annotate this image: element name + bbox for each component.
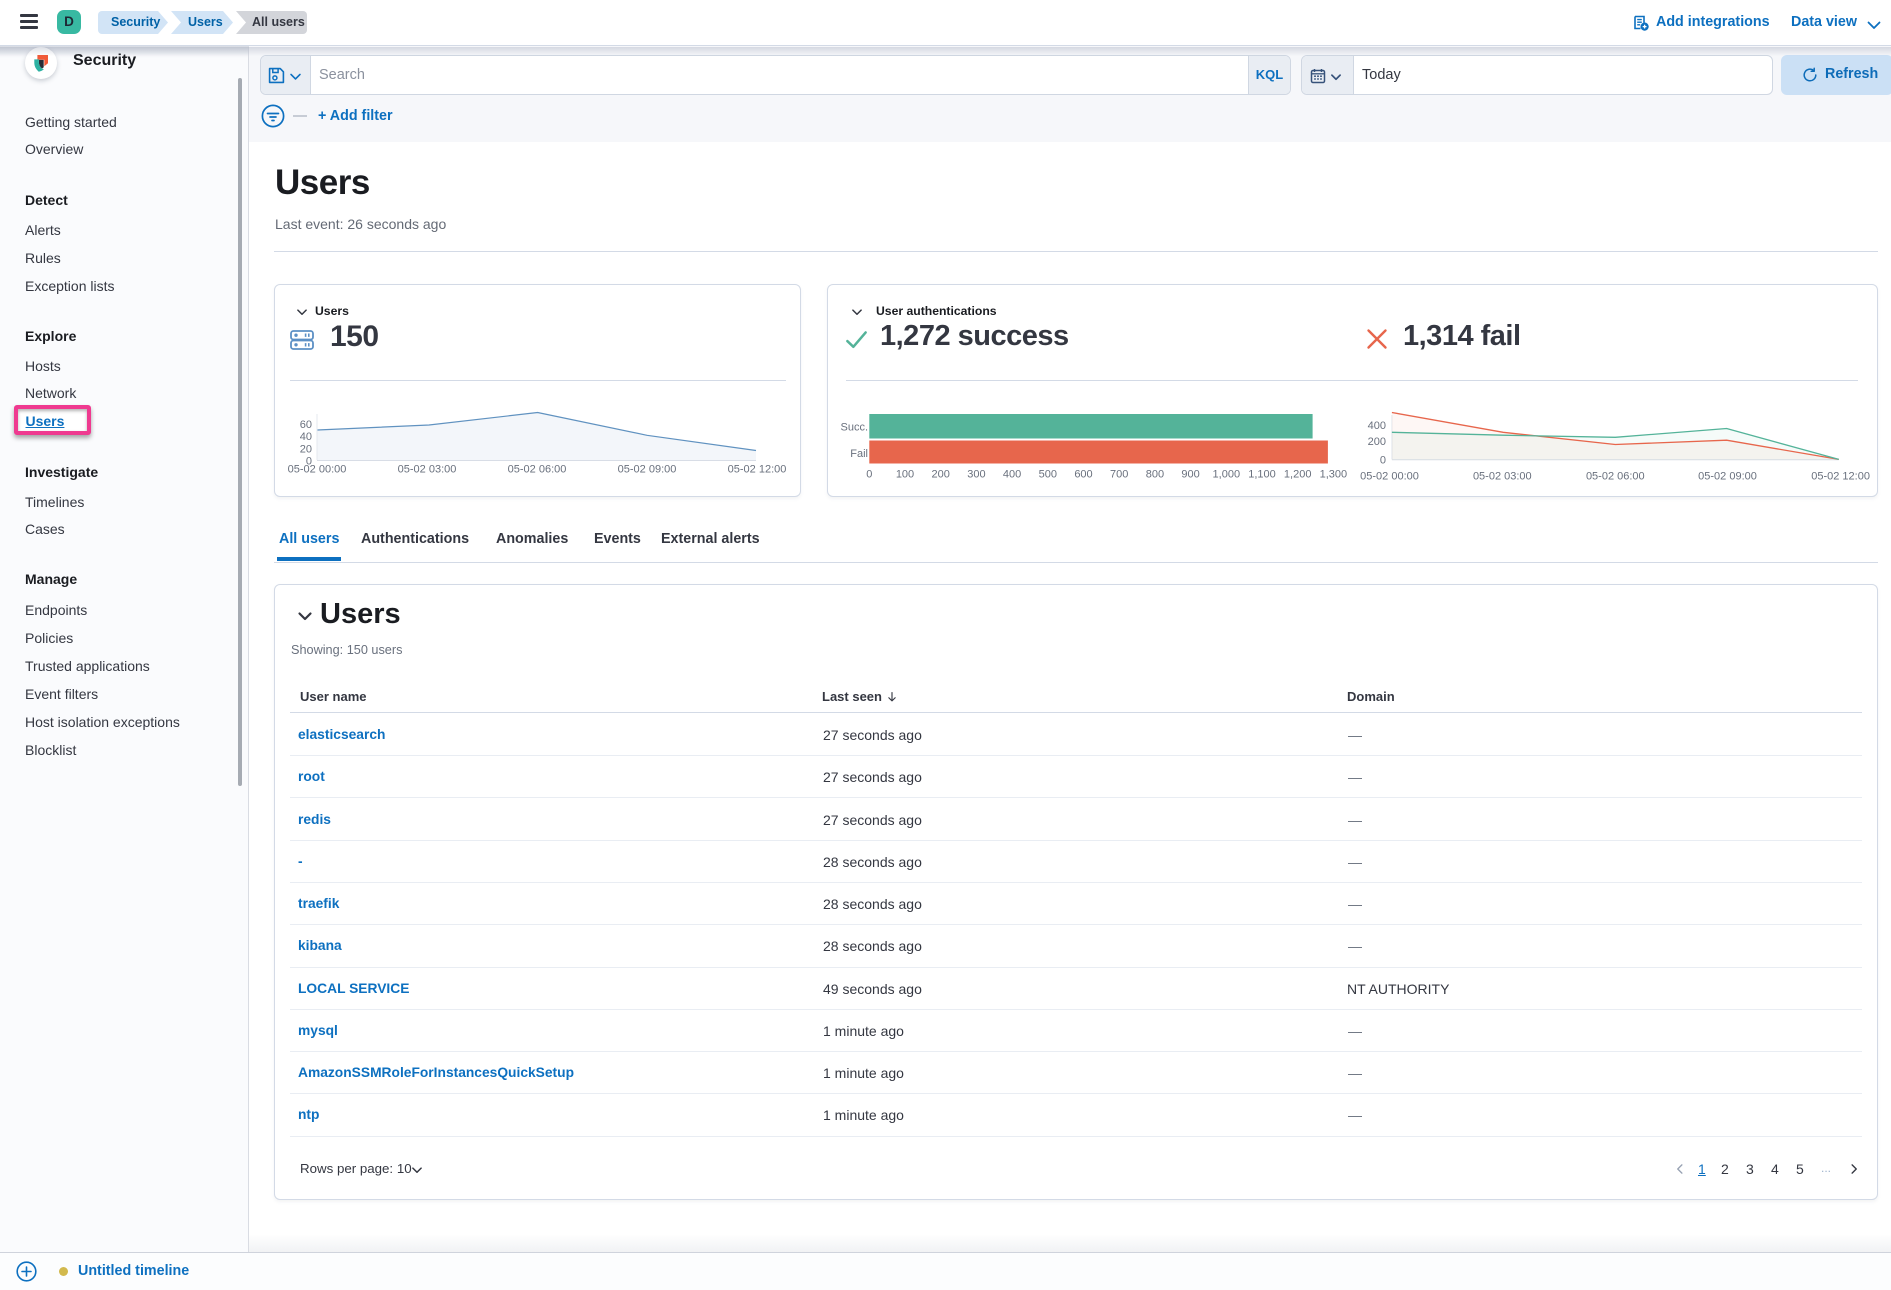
svg-text:05-02 09:00: 05-02 09:00 (1698, 471, 1757, 483)
svg-text:800: 800 (1146, 469, 1164, 481)
svg-text:300: 300 (967, 469, 985, 481)
svg-text:05-02 06:00: 05-02 06:00 (1586, 471, 1645, 483)
svg-text:400: 400 (1003, 469, 1021, 481)
svg-text:05-02 03:00: 05-02 03:00 (1473, 471, 1532, 483)
svg-text:05-02 12:00: 05-02 12:00 (728, 464, 787, 476)
svg-text:700: 700 (1110, 469, 1128, 481)
svg-text:05-02 03:00: 05-02 03:00 (398, 464, 457, 476)
svg-text:Fail: Fail (850, 448, 868, 460)
svg-text:05-02 00:00: 05-02 00:00 (288, 464, 347, 476)
svg-text:500: 500 (1039, 469, 1057, 481)
svg-text:05-02 00:00: 05-02 00:00 (1360, 471, 1419, 483)
svg-text:1,300: 1,300 (1320, 469, 1348, 481)
svg-text:60: 60 (300, 419, 312, 431)
svg-text:200: 200 (1368, 436, 1386, 448)
svg-text:05-02 09:00: 05-02 09:00 (618, 464, 677, 476)
svg-text:Succ.: Succ. (840, 422, 868, 434)
svg-text:600: 600 (1074, 469, 1092, 481)
svg-text:100: 100 (896, 469, 914, 481)
svg-text:400: 400 (1368, 420, 1386, 432)
svg-text:40: 40 (300, 431, 312, 443)
svg-text:05-02 06:00: 05-02 06:00 (508, 464, 567, 476)
svg-text:1,100: 1,100 (1248, 469, 1276, 481)
svg-text:05-02 12:00: 05-02 12:00 (1811, 471, 1870, 483)
svg-text:20: 20 (300, 444, 312, 456)
svg-text:0: 0 (866, 469, 872, 481)
svg-text:200: 200 (932, 469, 950, 481)
svg-text:1,000: 1,000 (1213, 469, 1241, 481)
svg-text:1,200: 1,200 (1284, 469, 1312, 481)
svg-text:900: 900 (1181, 469, 1199, 481)
svg-text:0: 0 (1380, 454, 1386, 466)
